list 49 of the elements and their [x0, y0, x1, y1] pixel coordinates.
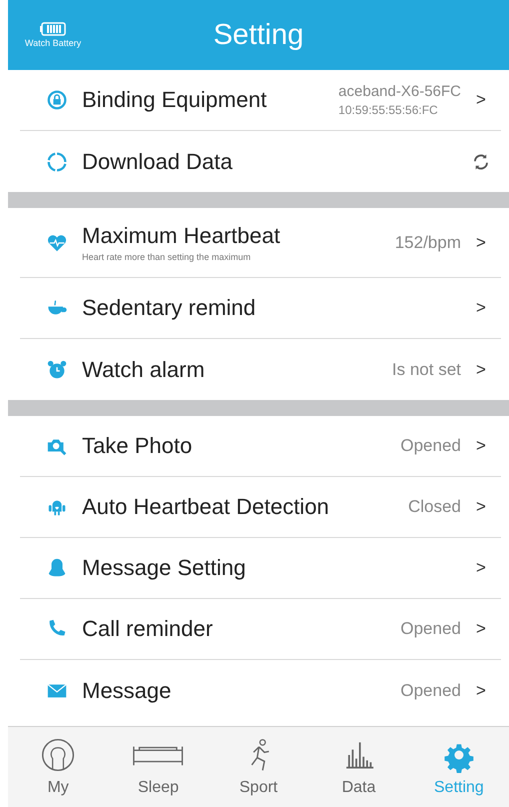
chevron[interactable]: > — [461, 232, 501, 252]
battery-label: Watch Battery — [24, 38, 82, 48]
row-label: Download Data — [82, 148, 234, 174]
row-label: Message — [82, 678, 172, 704]
settings-row[interactable]: Message Opened > — [20, 660, 501, 721]
row-value: Opened — [400, 680, 461, 700]
row-value: Is not set — [392, 360, 461, 380]
settings-row[interactable]: Sedentary remind > — [20, 278, 501, 339]
settings-row[interactable]: Binding Equipment aceband-X6-56FC 10:59:55:55:56:FC > — [20, 70, 501, 131]
row-value: Opened — [400, 619, 461, 639]
settings-row[interactable]: Auto Heartbeat Detection Closed > — [20, 477, 501, 538]
row-label: Auto Heartbeat Detection — [82, 494, 330, 520]
chevron[interactable]: > — [461, 619, 501, 639]
chevron[interactable]: > — [461, 558, 501, 578]
row-label: Binding Equipment — [82, 87, 268, 113]
person-circle-icon — [40, 737, 76, 773]
row-label: Message Setting — [82, 555, 247, 581]
row-value: aceband-X6-56FC — [338, 83, 461, 100]
chevron[interactable]: > — [461, 497, 501, 517]
battery-icon — [40, 22, 66, 36]
lock-icon — [46, 89, 68, 111]
settings-row[interactable]: Maximum Heartbeat Heart rate more than setting the maximum 152/bpm > — [20, 208, 501, 278]
row-subtitle: Heart rate more than setting the maximum — [82, 252, 252, 262]
row-value: Closed — [408, 497, 461, 517]
settings-row[interactable]: Take Photo Opened > — [20, 416, 501, 477]
row-value: 152/bpm — [394, 232, 461, 252]
row-label: Watch alarm — [82, 356, 206, 382]
row-value-detail: 10:59:55:55:56:FC — [338, 103, 438, 117]
chevron[interactable]: > — [461, 680, 501, 700]
settings-row[interactable]: Call reminder Opened > — [20, 599, 501, 660]
row-value: Opened — [400, 436, 461, 456]
tab[interactable]: Data — [308, 727, 409, 807]
tab[interactable]: Sport — [208, 727, 309, 807]
row-label: Sedentary remind — [82, 295, 257, 321]
settings-row[interactable]: Watch alarm Is not set > — [20, 339, 501, 400]
chevron[interactable]: > — [461, 298, 501, 318]
chevron[interactable]: > — [461, 90, 501, 110]
settings-row[interactable]: Download Data — [20, 131, 501, 192]
chevron[interactable]: > — [461, 360, 501, 380]
tab[interactable]: My — [8, 727, 108, 807]
settings-row[interactable]: Message Setting > — [20, 538, 501, 599]
row-label: Call reminder — [82, 616, 214, 642]
tab[interactable]: Sleep — [108, 727, 208, 807]
alarm-clock-icon — [46, 358, 68, 380]
screen-title: Setting — [213, 18, 304, 50]
row-label: Take Photo — [82, 433, 194, 459]
refresh-icon[interactable] — [472, 152, 490, 170]
chevron[interactable]: > — [461, 436, 501, 456]
row-label: Maximum Heartbeat — [82, 223, 282, 249]
